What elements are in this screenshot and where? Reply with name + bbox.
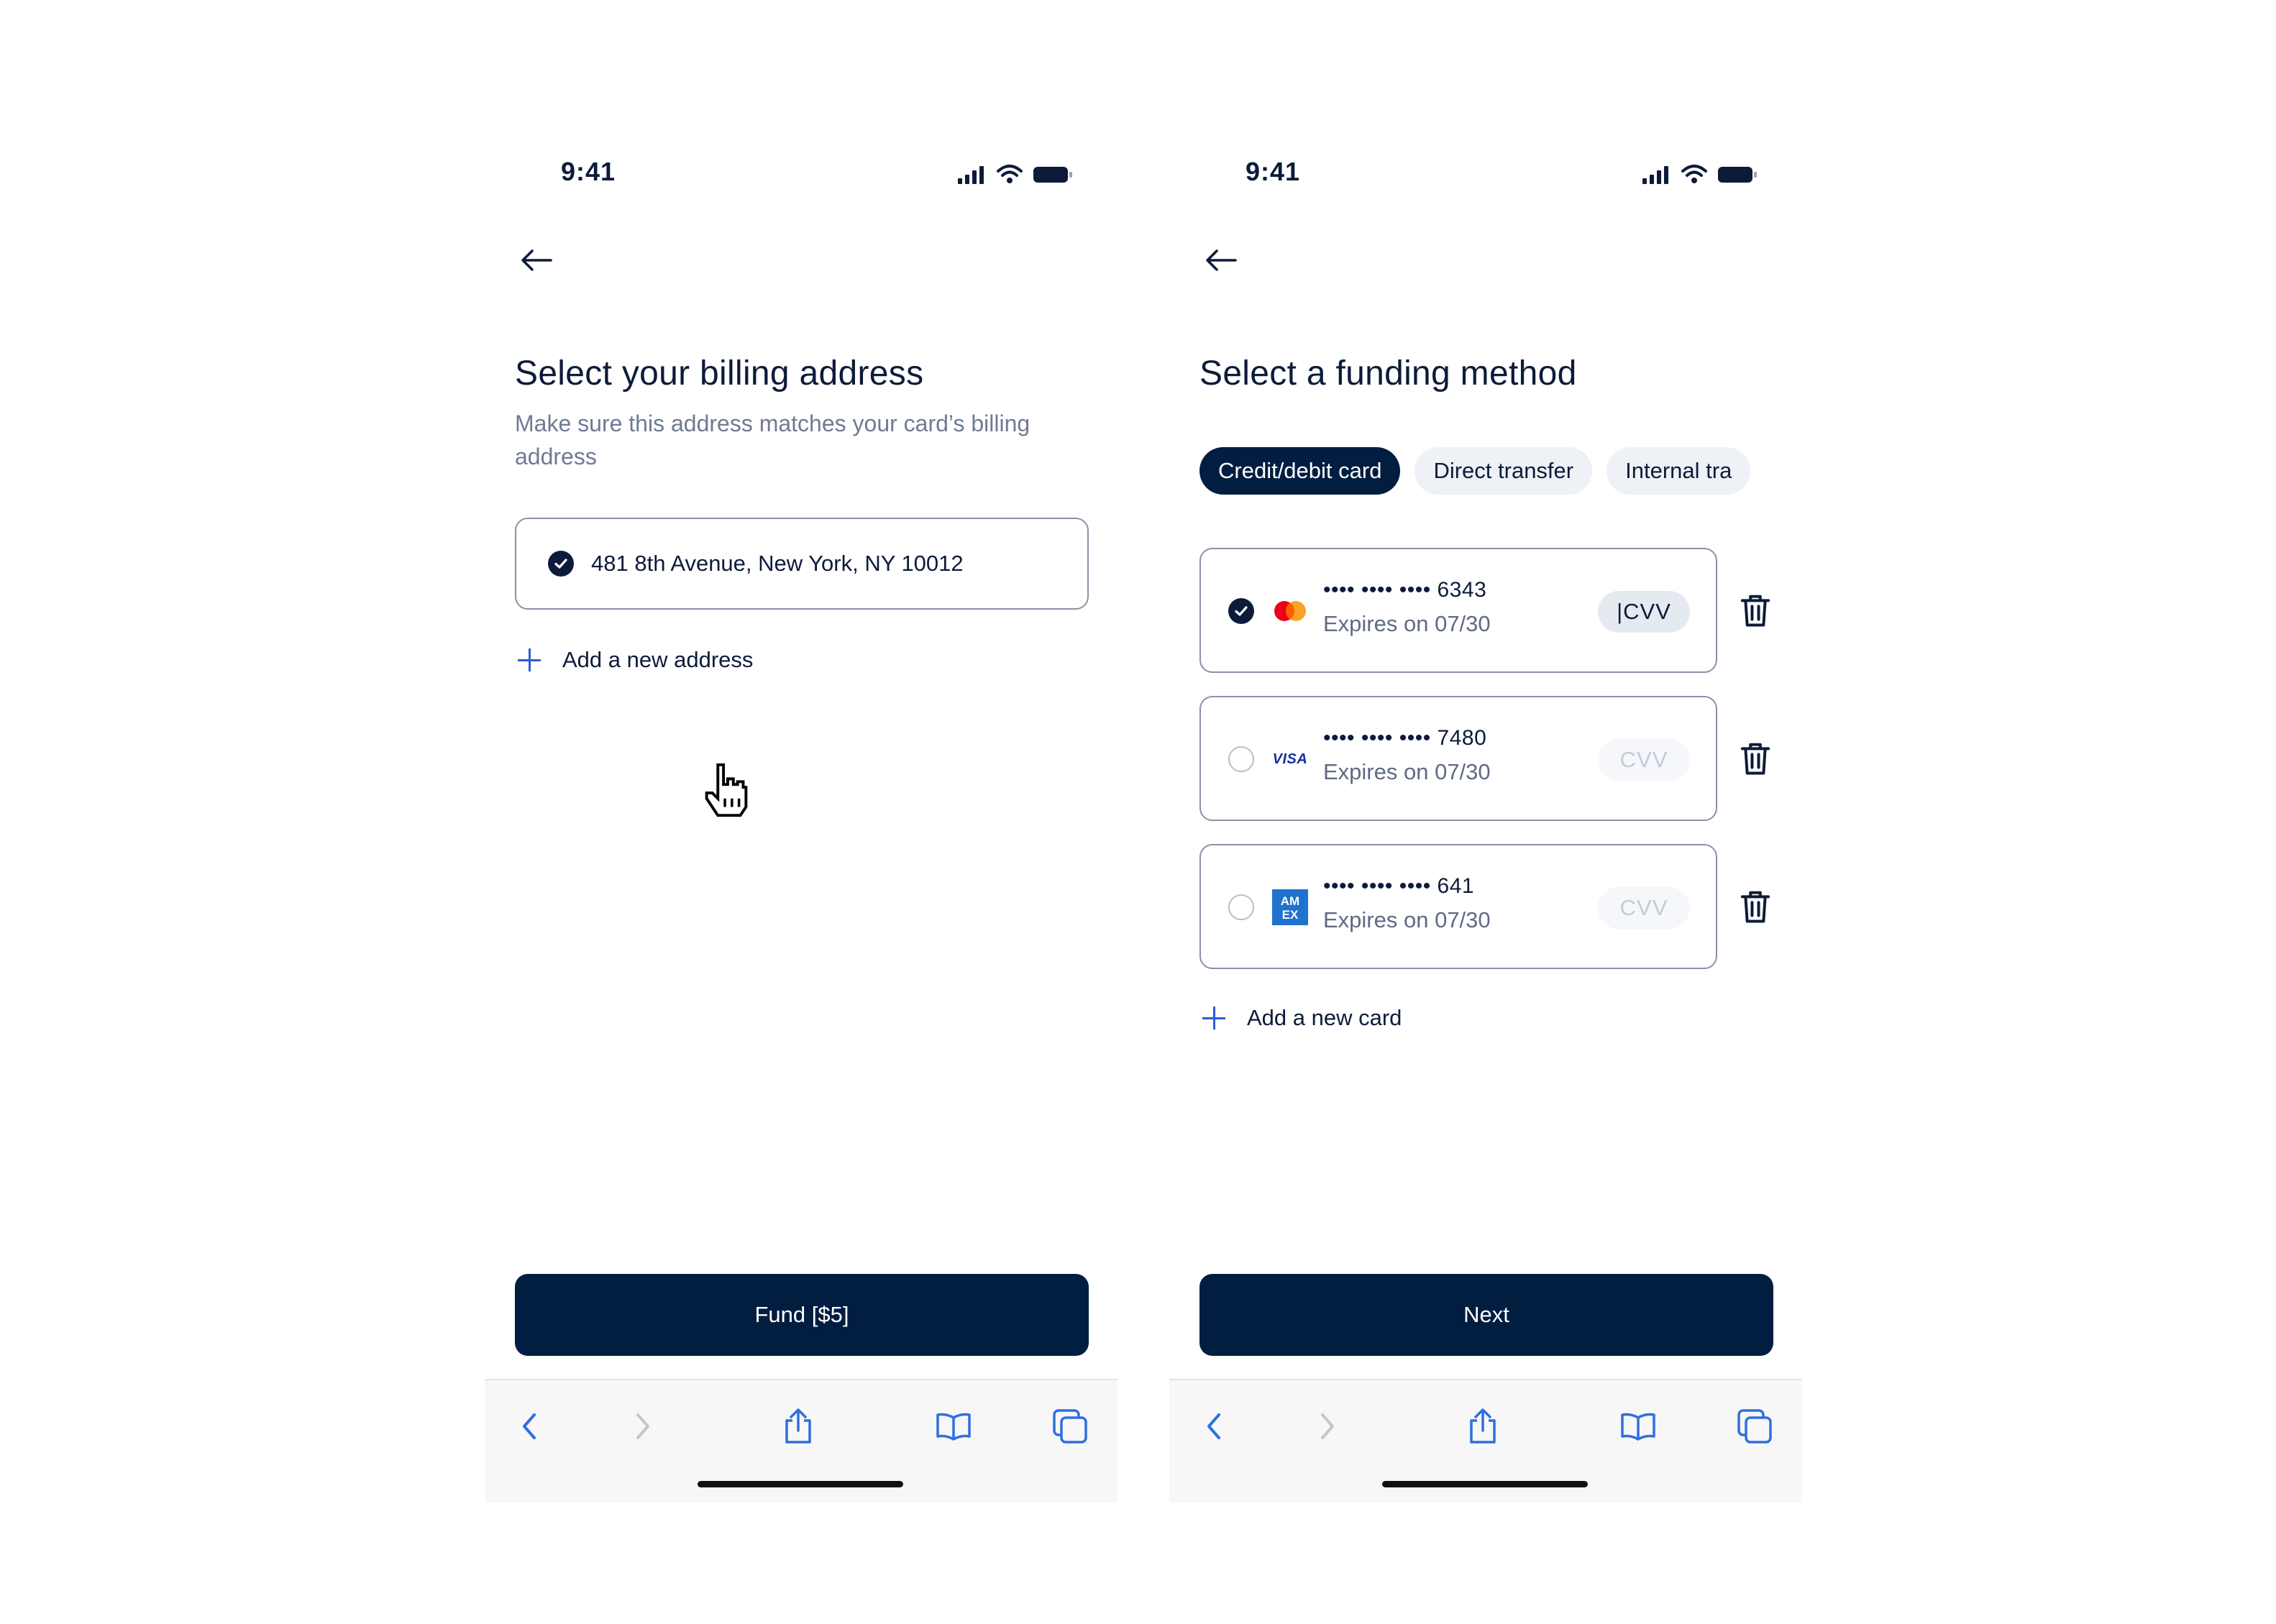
- signal-icon: [958, 166, 984, 184]
- card-expiry: Expires on 07/30: [1323, 759, 1491, 784]
- status-icons: [958, 164, 1073, 184]
- page-title: Select a funding method: [1199, 354, 1577, 393]
- back-arrow-icon: [521, 249, 552, 271]
- wifi-icon: [1681, 165, 1707, 183]
- browser-toolbar: [1169, 1379, 1802, 1503]
- fund-button[interactable]: Fund [$5]: [515, 1274, 1089, 1356]
- address-text: 481 8th Avenue, New York, NY 10012: [591, 551, 964, 576]
- browser-share-button[interactable]: [1463, 1406, 1503, 1446]
- hand-cursor-icon: [705, 763, 748, 817]
- card-expiry: Expires on 07/30: [1323, 907, 1491, 932]
- browser-share-button[interactable]: [778, 1406, 818, 1446]
- back-button[interactable]: [513, 237, 559, 283]
- browser-forward-button[interactable]: [1307, 1406, 1348, 1446]
- home-indicator: [698, 1481, 903, 1487]
- svg-text:EX: EX: [1282, 908, 1299, 922]
- share-icon: [785, 1408, 811, 1444]
- browser-tabs-button[interactable]: [1050, 1406, 1090, 1446]
- status-time: 9:41: [1246, 157, 1301, 186]
- signal-icon: [1642, 166, 1668, 184]
- share-icon: [1470, 1408, 1496, 1444]
- add-new-address-link[interactable]: Add a new address: [515, 646, 753, 674]
- plus-icon: [1199, 1004, 1228, 1032]
- home-indicator: [1382, 1481, 1588, 1487]
- card-number: •••• •••• •••• 6343: [1323, 578, 1487, 602]
- trash-icon[interactable]: [1737, 889, 1773, 925]
- funding-method-screen: 9:41 Select a funding method Credit/debi…: [1169, 0, 1802, 1510]
- back-button[interactable]: [1198, 237, 1244, 283]
- card-row: •••• •••• •••• 6343 Expires on 07/30 |CV…: [1199, 548, 1832, 673]
- tabs-icon: [1053, 1409, 1087, 1444]
- tabs-icon: [1737, 1409, 1772, 1444]
- svg-text:AM: AM: [1281, 894, 1299, 908]
- back-chevron-icon: [523, 1413, 536, 1439]
- cvv-input[interactable]: CVV: [1598, 739, 1690, 781]
- billing-address-screen: 9:41 Select your billing address Make su…: [485, 0, 1118, 1510]
- browser-toolbar: [485, 1379, 1118, 1503]
- card-option-mastercard[interactable]: •••• •••• •••• 6343 Expires on 07/30 |CV…: [1199, 548, 1717, 673]
- card-option-visa[interactable]: VISA •••• •••• •••• 7480 Expires on 07/3…: [1199, 696, 1717, 821]
- browser-bookmarks-button[interactable]: [933, 1406, 974, 1446]
- check-icon: [1228, 598, 1254, 624]
- status-icons: [1642, 164, 1758, 184]
- add-address-label: Add a new address: [562, 647, 754, 672]
- wifi-icon: [997, 165, 1023, 183]
- add-card-label: Add a new card: [1247, 1005, 1402, 1030]
- card-row: AM EX •••• •••• •••• 641 Expires on 07/3…: [1199, 844, 1832, 969]
- bookmarks-icon: [1621, 1413, 1655, 1441]
- cvv-input[interactable]: |CVV: [1598, 591, 1690, 633]
- amex-logo-icon: AM EX: [1271, 889, 1309, 926]
- plus-icon: [515, 646, 544, 674]
- cvv-input[interactable]: CVV: [1598, 887, 1690, 929]
- tab-credit-debit-card[interactable]: Credit/debit card: [1199, 447, 1401, 495]
- browser-back-button[interactable]: [1194, 1406, 1234, 1446]
- mastercard-logo-icon: [1271, 592, 1309, 630]
- card-expiry: Expires on 07/30: [1323, 611, 1491, 636]
- tab-direct-transfer[interactable]: Direct transfer: [1414, 447, 1593, 495]
- browser-back-button[interactable]: [509, 1406, 549, 1446]
- card-option-amex[interactable]: AM EX •••• •••• •••• 641 Expires on 07/3…: [1199, 844, 1717, 969]
- card-number: •••• •••• •••• 7480: [1323, 726, 1487, 750]
- next-button[interactable]: Next: [1199, 1274, 1773, 1356]
- card-number: •••• •••• •••• 641: [1323, 874, 1475, 898]
- battery-icon: [1718, 167, 1757, 183]
- forward-chevron-icon: [1321, 1413, 1334, 1439]
- browser-forward-button[interactable]: [623, 1406, 663, 1446]
- back-chevron-icon: [1207, 1413, 1220, 1439]
- add-new-card-link[interactable]: Add a new card: [1199, 1004, 1402, 1032]
- radio-unchecked[interactable]: [1228, 894, 1254, 920]
- browser-bookmarks-button[interactable]: [1618, 1406, 1658, 1446]
- funding-method-tabs: Credit/debit card Direct transfer Intern…: [1199, 447, 1773, 496]
- page-subtitle: Make sure this address matches your card…: [515, 410, 1030, 469]
- card-row: VISA •••• •••• •••• 7480 Expires on 07/3…: [1199, 696, 1832, 821]
- battery-icon: [1033, 167, 1072, 183]
- forward-chevron-icon: [636, 1413, 649, 1439]
- address-option-selected[interactable]: 481 8th Avenue, New York, NY 10012: [515, 518, 1089, 610]
- status-bar: 9:41: [1169, 151, 1802, 194]
- status-time: 9:41: [561, 157, 616, 186]
- radio-unchecked[interactable]: [1228, 746, 1254, 772]
- bookmarks-icon: [936, 1413, 971, 1441]
- check-icon: [548, 551, 574, 577]
- trash-icon[interactable]: [1737, 740, 1773, 776]
- trash-icon[interactable]: [1737, 592, 1773, 628]
- browser-tabs-button[interactable]: [1735, 1406, 1775, 1446]
- visa-logo-icon: VISA: [1272, 751, 1308, 767]
- tab-internal-transfer[interactable]: Internal tra: [1607, 447, 1751, 495]
- back-arrow-icon: [1206, 249, 1237, 271]
- status-bar: 9:41: [485, 151, 1118, 194]
- page-title: Select your billing address: [515, 354, 924, 393]
